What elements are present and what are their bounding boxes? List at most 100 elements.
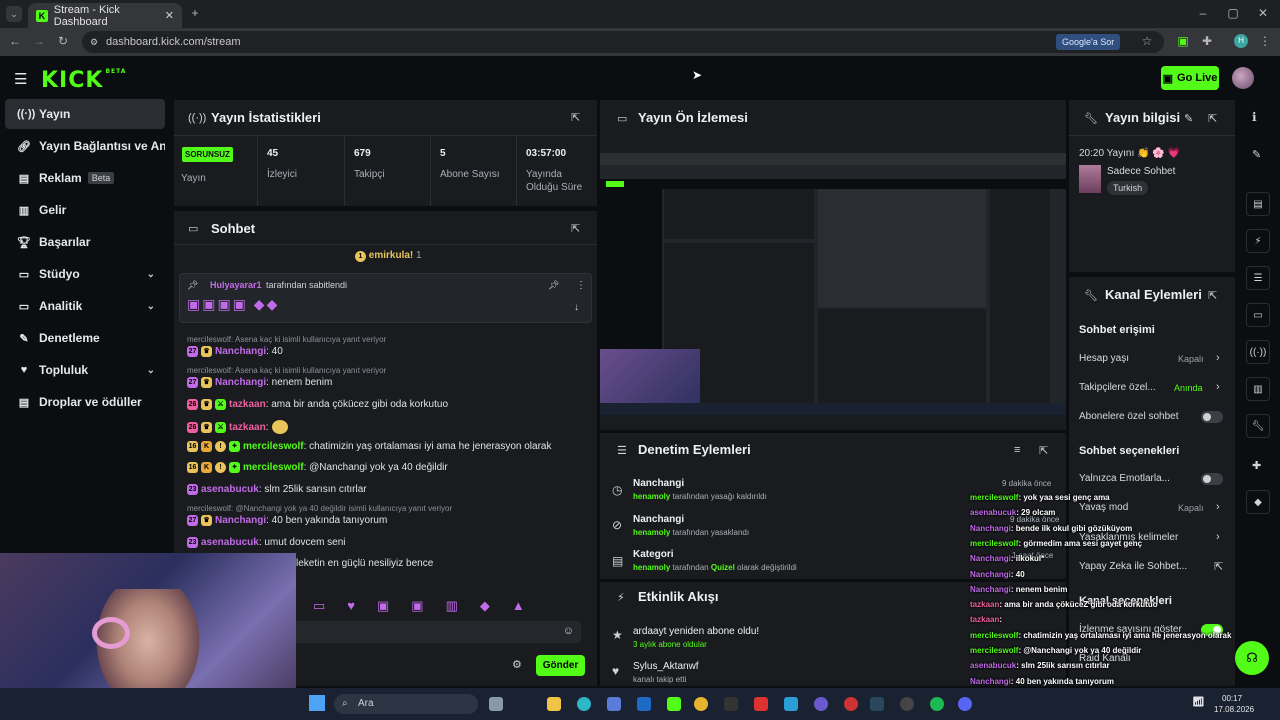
mod-target[interactable]: Nanchangi: [633, 514, 684, 525]
list-icon[interactable]: ☰: [1246, 266, 1270, 290]
layout-icon[interactable]: ▤: [1246, 192, 1270, 216]
wrench-icon[interactable]: 🔧︎: [1246, 414, 1270, 438]
followers-only-label[interactable]: Takipçilere özel...: [1079, 382, 1156, 393]
mod-target[interactable]: Nanchangi: [633, 478, 684, 489]
obs-icon[interactable]: [900, 697, 914, 711]
discord-icon[interactable]: [958, 697, 972, 711]
chevron-right-icon[interactable]: ›: [1216, 501, 1220, 513]
subs-only-toggle[interactable]: [1201, 411, 1223, 423]
support-button[interactable]: ☊: [1235, 641, 1269, 675]
app-icon[interactable]: [814, 697, 828, 711]
ask-google-chip[interactable]: Google'a Sor: [1056, 34, 1121, 50]
chat-message[interactable]: 23 asenabucuk: umut dovcem seni: [187, 537, 346, 548]
account-age-label[interactable]: Hesap yaşı: [1079, 353, 1129, 364]
pinned-message[interactable]: 📌︎ Hulyayarar1 tarafından sabitlendi ▣▣▣…: [179, 273, 592, 323]
forward-icon[interactable]: →: [32, 34, 46, 48]
extension-icon[interactable]: ▣: [1176, 34, 1190, 48]
sidebar-item-yayin[interactable]: ((·)) Yayın: [5, 99, 165, 129]
outlook-icon[interactable]: [637, 697, 651, 711]
shield-icon[interactable]: ◆: [1246, 490, 1270, 514]
broadcast-icon[interactable]: ((·)): [1246, 340, 1270, 364]
taskview-icon[interactable]: [489, 697, 503, 711]
emotes-only-toggle[interactable]: [1201, 473, 1223, 485]
chat-icon[interactable]: ▭: [1246, 303, 1270, 327]
chat-message[interactable]: 23 asenabucuk: slm 25lik sarısın cıtırlar: [187, 484, 367, 495]
browser-tab[interactable]: K Stream - Kick Dashboard ✕: [28, 3, 182, 28]
chat-message[interactable]: 16 K! ✦ mercileswolf: @Nanchangi yok ya 40 …: [187, 462, 448, 473]
chat-user[interactable]: Nanchangi: [215, 377, 266, 388]
app-icon[interactable]: [844, 697, 858, 711]
profile-avatar[interactable]: H: [1234, 34, 1248, 48]
info-icon[interactable]: ℹ: [1252, 110, 1257, 124]
sidebar-item-droplar[interactable]: ▤ Droplar ve ödüller: [5, 387, 165, 417]
edit-icon[interactable]: ✎: [1252, 148, 1261, 161]
chrome-icon[interactable]: [694, 697, 708, 711]
chat-message[interactable]: leketin en güçlü nesiliyiz bence: [296, 558, 433, 569]
chevron-right-icon[interactable]: ›: [1216, 381, 1220, 393]
url-input[interactable]: ⚙ dashboard.kick.com/stream: [82, 31, 1164, 53]
chat-input[interactable]: ☺: [286, 621, 581, 643]
bolt-icon[interactable]: ⚡︎: [1246, 229, 1270, 253]
mod-target[interactable]: Kategori: [633, 549, 674, 560]
clock-time[interactable]: 00:17: [1222, 694, 1242, 703]
stream-preview-video[interactable]: [600, 153, 1066, 415]
emoji-icon[interactable]: ☺: [563, 625, 574, 637]
chat-message[interactable]: 26 ♛ ⚔ tazkaan: ama bir anda çökücez gibi o…: [187, 399, 448, 410]
chat-message[interactable]: 26 ♛ ⚔ tazkaan:: [187, 420, 289, 434]
reload-icon[interactable]: ↻: [56, 34, 70, 48]
chevron-right-icon[interactable]: ›: [1216, 352, 1220, 364]
unpin-icon[interactable]: 📌︎: [548, 280, 559, 291]
browser-menu-icon[interactable]: ⋮: [1258, 34, 1272, 48]
explorer-icon[interactable]: [547, 697, 561, 711]
spotify-icon[interactable]: [930, 697, 944, 711]
chat-message[interactable]: 27 ♛ Nanchangi: nenem benim: [187, 377, 332, 388]
hamburger-menu-icon[interactable]: ☰: [14, 70, 27, 88]
chat-user[interactable]: tazkaan: [229, 399, 266, 410]
sidebar-item-analitik[interactable]: ▭ Analitik ⌄: [5, 291, 165, 321]
edit-icon[interactable]: ✎: [1184, 112, 1193, 125]
go-live-button[interactable]: ▣ Go Live: [1161, 66, 1219, 90]
kick-logo[interactable]: KICK BETA: [41, 68, 126, 93]
maximize-icon[interactable]: ▢: [1226, 6, 1240, 20]
popout-icon[interactable]: ⇱: [1208, 289, 1217, 302]
kick-app-icon[interactable]: [667, 697, 681, 711]
store-icon[interactable]: [607, 697, 621, 711]
edge-icon[interactable]: [577, 697, 591, 711]
chat-user[interactable]: asenabucuk: [201, 484, 259, 495]
expand-icon[interactable]: ↓: [574, 302, 579, 313]
popout-icon[interactable]: ⇱: [571, 222, 580, 235]
sidebar-item-reklam[interactable]: ▤ Reklam Beta: [5, 163, 165, 193]
chat-message[interactable]: 27 ♛ Nanchangi: 40: [187, 346, 283, 357]
wifi-icon[interactable]: 📶︎: [1192, 697, 1205, 708]
chat-settings-icon[interactable]: ⚙: [512, 658, 522, 671]
send-button[interactable]: Gönder: [536, 655, 585, 676]
sidebar-item-gelir[interactable]: ▥ Gelir: [5, 195, 165, 225]
epic-icon[interactable]: [724, 697, 738, 711]
sidebar-item-studyo[interactable]: ▭ Stüdyo ⌄: [5, 259, 165, 289]
taskbar-search[interactable]: ⌕ Ara: [334, 694, 478, 714]
tab-list-icon[interactable]: ⌄: [6, 6, 22, 22]
category-name[interactable]: Sadece Sohbet: [1107, 166, 1175, 177]
chat-user[interactable]: Nanchangi: [215, 515, 266, 526]
chevron-right-icon[interactable]: ›: [1216, 531, 1220, 543]
extensions-puzzle-icon[interactable]: ✚: [1200, 34, 1214, 48]
more-icon[interactable]: ⋮: [576, 280, 586, 291]
app-icon[interactable]: [784, 697, 798, 711]
popout-icon[interactable]: ⇱: [1039, 444, 1048, 457]
chat-message[interactable]: 27 ♛ Nanchangi: 40 ben yakında tanıyorum: [187, 515, 387, 526]
chat-user[interactable]: mercileswolf: [243, 462, 304, 473]
popout-icon[interactable]: ⇱: [571, 111, 580, 124]
bookmark-star-icon[interactable]: ☆: [1140, 34, 1154, 48]
emote-bar[interactable]: ▭♥▣▣▥◆▲: [313, 598, 547, 614]
windows-start-icon[interactable]: [309, 695, 325, 711]
external-link-icon[interactable]: ⇱: [1214, 560, 1223, 573]
sidebar-item-stream-key[interactable]: 🔗︎ Yayın Bağlantısı ve Anahtarı: [5, 131, 165, 161]
chat-user[interactable]: mercileswolf: [243, 441, 304, 452]
tab-close-icon[interactable]: ✕: [165, 9, 174, 22]
window-close-icon[interactable]: ✕: [1256, 6, 1270, 20]
user-avatar[interactable]: [1232, 67, 1254, 89]
top-gifter[interactable]: 1 emirkula! 1: [355, 250, 422, 262]
steam-icon[interactable]: [870, 697, 884, 711]
chat-message[interactable]: 16 K! ✦ mercileswolf: chatimizin yaş ortala…: [187, 441, 551, 452]
chat-user[interactable]: tazkaan: [229, 422, 266, 433]
